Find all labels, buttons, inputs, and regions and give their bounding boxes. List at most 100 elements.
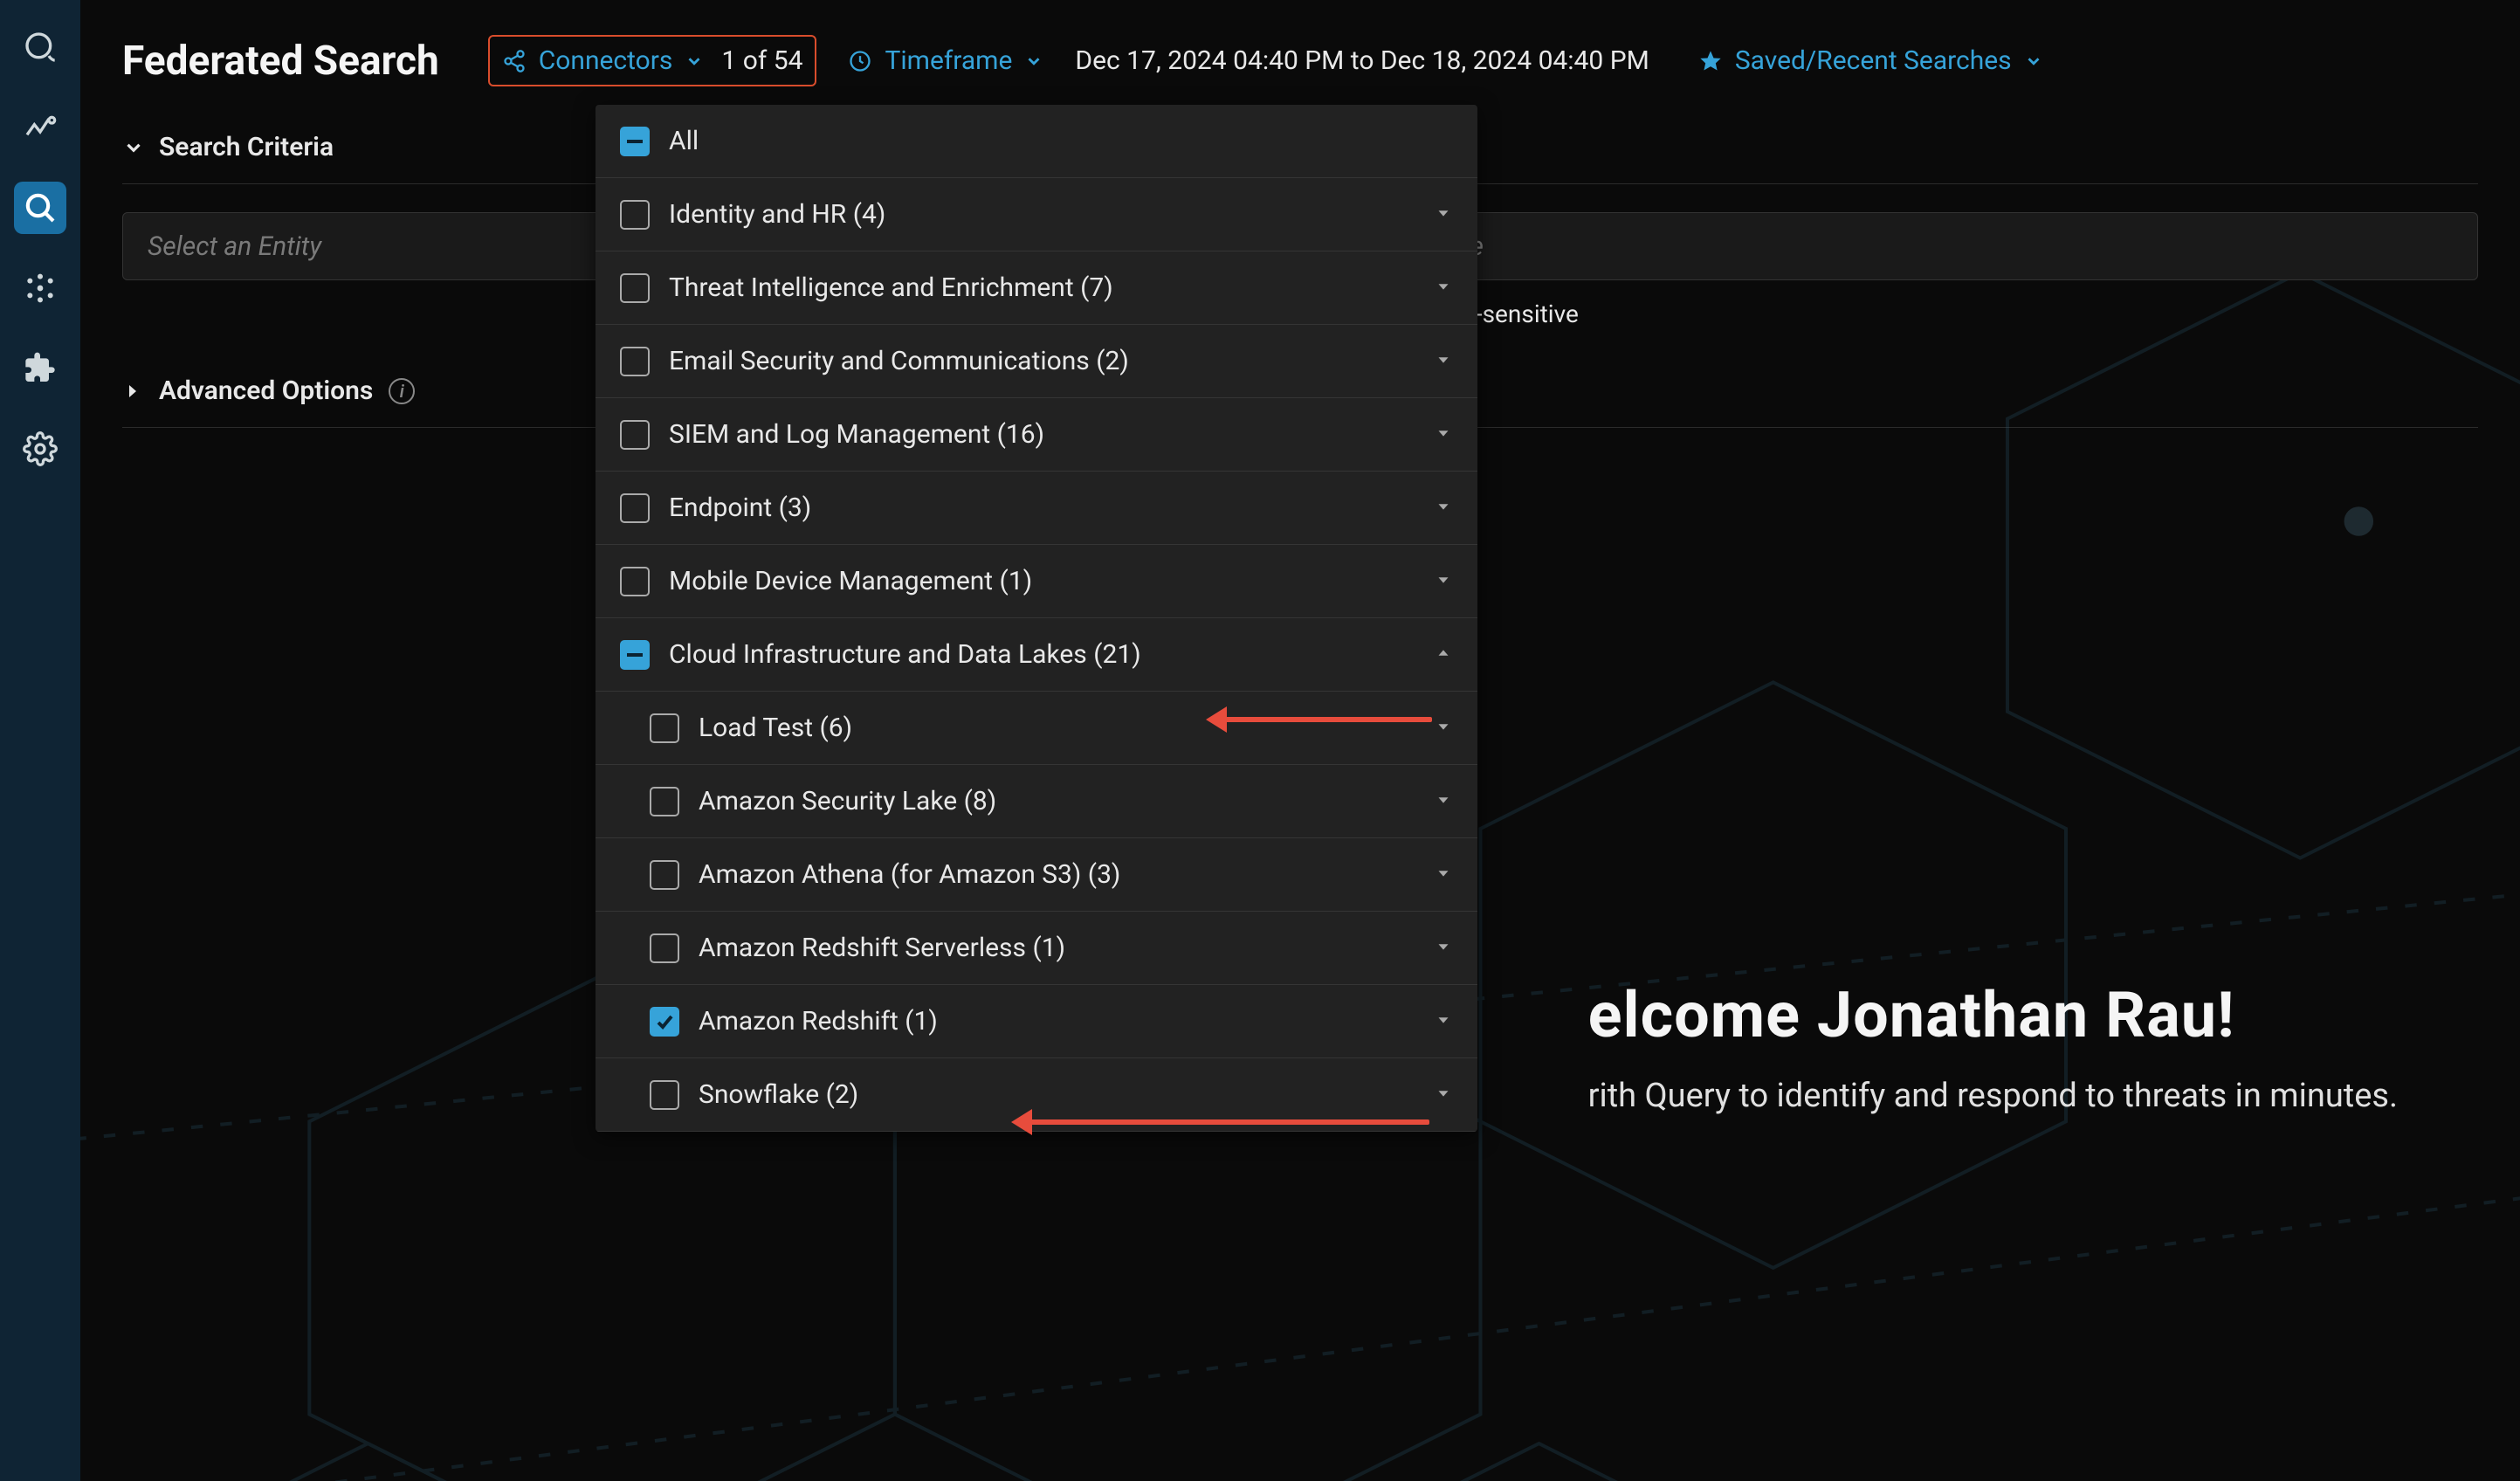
checkbox-icon — [620, 567, 650, 596]
caret-down-icon — [1434, 1010, 1453, 1030]
caret-right-icon — [122, 381, 143, 402]
caret-down-icon — [1434, 424, 1453, 443]
checkbox-icon — [650, 860, 679, 890]
connectors-count: 1 of 54 — [721, 45, 802, 76]
connector-group-siem[interactable]: SIEM and Log Management (16) — [596, 398, 1477, 472]
connector-item-label: Amazon Redshift Serverless (1) — [699, 933, 1065, 963]
caret-down-icon — [1434, 1084, 1453, 1103]
header-row: Federated Search Connectors 1 of 54 Time… — [80, 0, 2520, 86]
checkbox-indeterminate-icon — [620, 640, 650, 670]
saved-searches-button[interactable]: Saved/Recent Searches — [1698, 45, 2043, 76]
checkbox-icon — [620, 420, 650, 450]
checkbox-icon — [620, 273, 650, 303]
caret-down-icon — [1434, 937, 1453, 956]
welcome-panel: elcome Jonathan Rau! rith Query to ident… — [1588, 978, 2398, 1115]
chevron-down-icon — [2024, 52, 2043, 71]
connector-group-email[interactable]: Email Security and Communications (2) — [596, 325, 1477, 398]
welcome-subtext: rith Query to identify and respond to th… — [1588, 1077, 2398, 1115]
connector-item-label: Load Test (6) — [699, 713, 852, 743]
share-icon — [502, 49, 527, 73]
connector-group-label: Threat Intelligence and Enrichment (7) — [669, 272, 1113, 303]
connector-item-label: Amazon Redshift (1) — [699, 1006, 938, 1037]
expand-toggle[interactable] — [1434, 786, 1453, 816]
connectors-label: Connectors — [539, 45, 673, 76]
connector-group-cloud[interactable]: Cloud Infrastructure and Data Lakes (21) — [596, 618, 1477, 692]
caret-down-icon — [1434, 570, 1453, 589]
connector-item-label: Amazon Security Lake (8) — [699, 786, 996, 816]
connector-item-athena[interactable]: Amazon Athena (for Amazon S3) (3) — [596, 838, 1477, 912]
connector-group-label: Cloud Infrastructure and Data Lakes (21) — [669, 639, 1141, 670]
expand-toggle[interactable] — [1434, 566, 1453, 596]
settings-icon[interactable] — [14, 423, 66, 475]
connector-item-loadtest[interactable]: Load Test (6) — [596, 692, 1477, 765]
checkbox-icon — [620, 493, 650, 523]
search-criteria-label: Search Criteria — [159, 132, 334, 162]
checkbox-icon — [650, 713, 679, 743]
expand-toggle[interactable] — [1434, 199, 1453, 230]
star-icon — [1698, 49, 1723, 73]
saved-searches-label: Saved/Recent Searches — [1735, 45, 2012, 76]
connector-group-label: Email Security and Communications (2) — [669, 346, 1129, 376]
connector-item-redshift-serverless[interactable]: Amazon Redshift Serverless (1) — [596, 912, 1477, 985]
advanced-options-label: Advanced Options — [159, 375, 373, 406]
connector-group-label: SIEM and Log Management (16) — [669, 419, 1044, 450]
connector-group-identity[interactable]: Identity and HR (4) — [596, 178, 1477, 251]
expand-toggle[interactable] — [1434, 713, 1453, 743]
welcome-heading: elcome Jonathan Rau! — [1588, 978, 2398, 1052]
checkbox-icon — [650, 933, 679, 963]
checkbox-icon — [650, 787, 679, 816]
graph-icon[interactable] — [14, 262, 66, 314]
expand-toggle[interactable] — [1434, 1079, 1453, 1110]
caret-down-icon — [1434, 350, 1453, 369]
connectors-dropdown-button[interactable]: Connectors 1 of 54 — [488, 35, 817, 86]
timeframe-label: Timeframe — [885, 45, 1012, 76]
connector-group-endpoint[interactable]: Endpoint (3) — [596, 472, 1477, 545]
expand-toggle[interactable] — [1434, 1006, 1453, 1037]
expand-toggle[interactable] — [1434, 346, 1453, 376]
connector-item-seclake[interactable]: Amazon Security Lake (8) — [596, 765, 1477, 838]
expand-toggle[interactable] — [1434, 272, 1453, 303]
chevron-down-icon — [685, 52, 704, 71]
page-title: Federated Search — [122, 38, 439, 85]
puzzle-icon[interactable] — [14, 342, 66, 395]
expand-toggle[interactable] — [1434, 933, 1453, 963]
connectors-all-item[interactable]: All — [596, 105, 1477, 178]
expand-toggle[interactable] — [1434, 419, 1453, 450]
caret-down-icon — [1434, 277, 1453, 296]
expand-toggle[interactable] — [1434, 493, 1453, 523]
value-input[interactable]: Value — [1395, 212, 2478, 280]
connector-item-label: Snowflake (2) — [699, 1079, 858, 1110]
collapse-toggle[interactable] — [1434, 639, 1453, 670]
connector-group-mdm[interactable]: Mobile Device Management (1) — [596, 545, 1477, 618]
annotation-arrow — [1214, 717, 1432, 722]
connector-group-label: Mobile Device Management (1) — [669, 566, 1032, 596]
connectors-dropdown-panel: All Identity and HR (4) Threat Intellige… — [596, 105, 1477, 1132]
caret-down-icon — [1434, 717, 1453, 736]
chevron-down-icon — [1024, 52, 1043, 71]
connector-item-redshift[interactable]: Amazon Redshift (1) — [596, 985, 1477, 1058]
main-area: Federated Search Connectors 1 of 54 Time… — [80, 0, 2520, 1481]
checkbox-icon — [650, 1080, 679, 1110]
chevron-down-icon — [122, 136, 145, 159]
case-sensitive-toggle[interactable]: Case-sensitive — [1382, 300, 2478, 328]
connector-group-label: Identity and HR (4) — [669, 199, 885, 230]
connector-group-threat[interactable]: Threat Intelligence and Enrichment (7) — [596, 251, 1477, 325]
caret-down-icon — [1434, 864, 1453, 883]
connector-item-label: Amazon Athena (for Amazon S3) (3) — [699, 859, 1120, 890]
entity-placeholder: Select an Entity — [148, 231, 321, 262]
clock-icon — [848, 49, 872, 73]
connectors-all-label: All — [669, 126, 699, 156]
analytics-icon[interactable] — [14, 101, 66, 154]
sidebar-nav — [0, 0, 80, 1481]
info-icon[interactable]: i — [389, 378, 415, 404]
checkbox-icon — [620, 200, 650, 230]
logo-icon[interactable] — [14, 21, 66, 73]
caret-down-icon — [1434, 790, 1453, 809]
timeframe-range: Dec 17, 2024 04:40 PM to Dec 18, 2024 04… — [1075, 45, 1649, 76]
timeframe-dropdown-button[interactable]: Timeframe — [848, 45, 1043, 76]
checkbox-icon — [620, 347, 650, 376]
caret-up-icon — [1434, 644, 1453, 663]
expand-toggle[interactable] — [1434, 859, 1453, 890]
search-nav-icon[interactable] — [14, 182, 66, 234]
annotation-arrow — [1019, 1119, 1429, 1125]
